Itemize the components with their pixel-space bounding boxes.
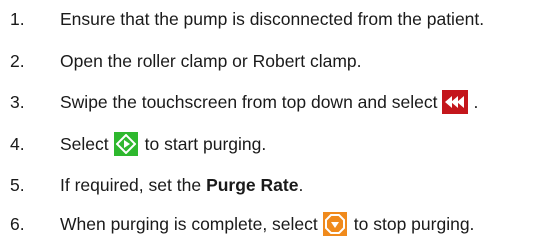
step-text: Swipe the touchscreen from top down and … <box>60 91 438 112</box>
step-number: 1. <box>10 8 25 29</box>
step-text-after: . <box>473 91 479 112</box>
rewind-purge-icon <box>442 90 469 114</box>
step-number: 3. <box>10 91 25 112</box>
step-number: 5. <box>10 174 25 195</box>
step-text: Open the roller clamp or Robert clamp. <box>60 50 362 71</box>
step-number: 6. <box>10 213 25 234</box>
start-diamond-icon <box>113 132 138 156</box>
step-number: 2. <box>10 50 25 71</box>
step-text: If required, set the <box>60 174 202 195</box>
stop-octagon-icon <box>322 212 347 236</box>
step-number: 4. <box>10 133 25 154</box>
step-text-after: to stop purging. <box>353 213 475 234</box>
step-text-after: . <box>298 174 304 195</box>
step-text: Ensure that the pump is disconnected fro… <box>60 8 485 29</box>
purge-rate-label: Purge Rate <box>206 174 299 195</box>
step-text: Select <box>60 133 109 154</box>
step-text-after: to start purging. <box>144 133 267 154</box>
step-text: When purging is complete, select <box>60 213 318 234</box>
